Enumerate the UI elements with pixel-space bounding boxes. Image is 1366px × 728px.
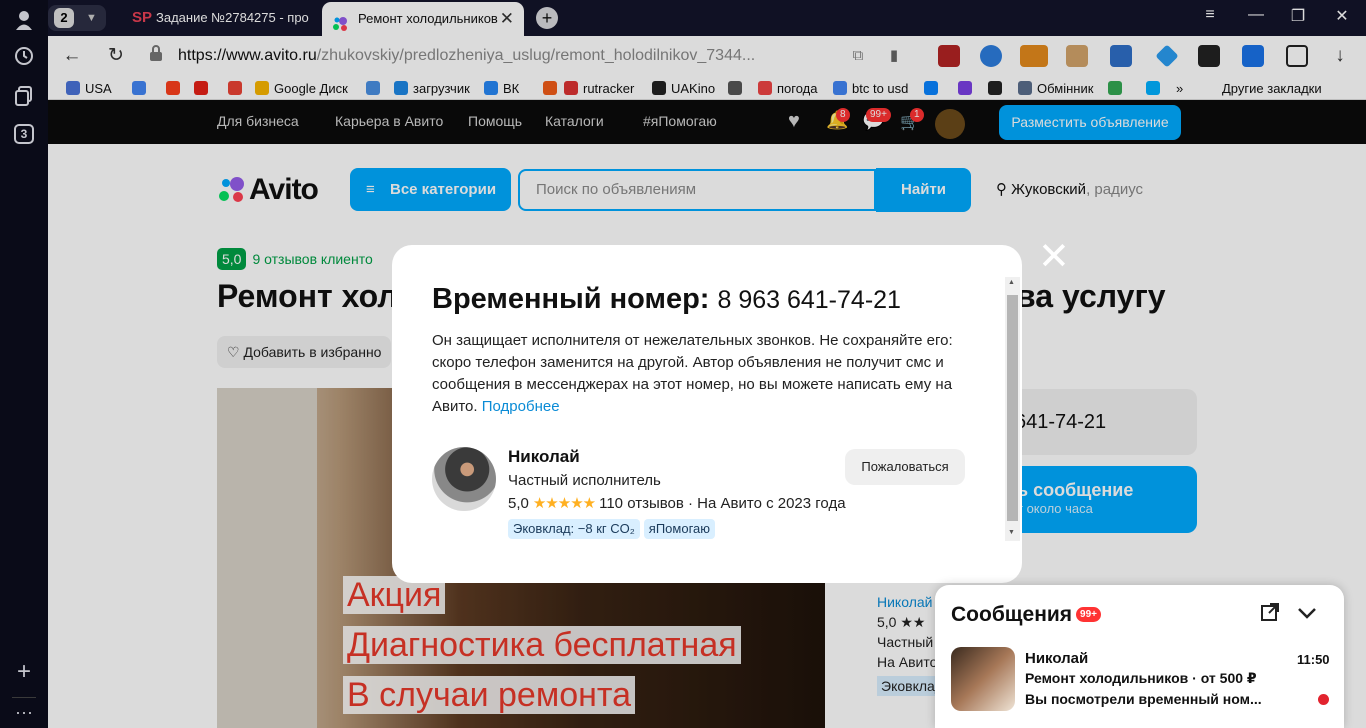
messages-count-badge: 99+ [1076,607,1102,622]
eco-tag[interactable]: Эковклад: −8 кг CO₂ [508,519,640,539]
seller-avatar[interactable] [432,447,496,511]
close-modal-icon[interactable]: ✕ [1038,238,1070,276]
seller-name[interactable]: Николай [508,447,580,467]
chat-sender[interactable]: Николай [1025,650,1088,667]
scroll-up-icon[interactable]: ▲ [1008,279,1015,286]
messages-title: Сообщения 99+ [951,603,1102,627]
report-button[interactable]: Пожаловаться [845,449,965,485]
rating-stars-icon: ★★★★★ [532,495,596,512]
collapse-chevron-icon[interactable] [1297,603,1317,626]
chat-preview[interactable]: Вы посмотрели временный ном... [1025,691,1262,707]
more-info-link[interactable]: Подробнее [482,398,560,415]
seller-type: Частный исполнитель [508,472,661,489]
scroll-down-icon[interactable]: ▼ [1008,529,1015,536]
browser-window: 3 + ··· 2 ▼ SP Задание №2784275 - про Ре… [0,0,1366,728]
open-external-icon[interactable] [1261,603,1279,627]
seller-rating-row: 5,0 ★★★★★ 110 отзывов · На Авито с 2023 го… [508,494,846,512]
seller-rating-value: 5,0 [508,495,529,512]
modal-scrollbar[interactable]: ▲ ▼ [1005,277,1020,541]
temporary-number-modal: Временный номер: 8 963 641-74-21 Он защищ… [392,245,1022,583]
messages-title-label: Сообщения [951,603,1073,626]
scroll-thumb[interactable] [1007,295,1018,521]
unread-dot [1318,694,1329,705]
chat-thumbnail[interactable] [951,647,1015,711]
modal-heading: Временный номер: 8 963 641-74-21 [432,283,901,316]
chat-time: 11:50 [1297,652,1330,667]
temporary-phone-number[interactable]: 8 963 641-74-21 [717,286,900,314]
chat-topic[interactable]: Ремонт холодильников · от 500 ₽ [1025,670,1257,687]
modal-heading-label: Временный номер: [432,283,710,315]
ya-pomogayu-tag[interactable]: яПомогаю [643,519,716,539]
seller-reviews[interactable]: 110 отзывов · На Авито с 2023 года [599,495,845,512]
messages-widget: Сообщения 99+ Николай Ремонт холодильнико… [935,585,1344,728]
modal-description: Он защищает исполнителя от нежелательных… [432,330,972,418]
seller-tags: Эковклад: −8 кг CO₂ яПомогаю [508,519,719,539]
